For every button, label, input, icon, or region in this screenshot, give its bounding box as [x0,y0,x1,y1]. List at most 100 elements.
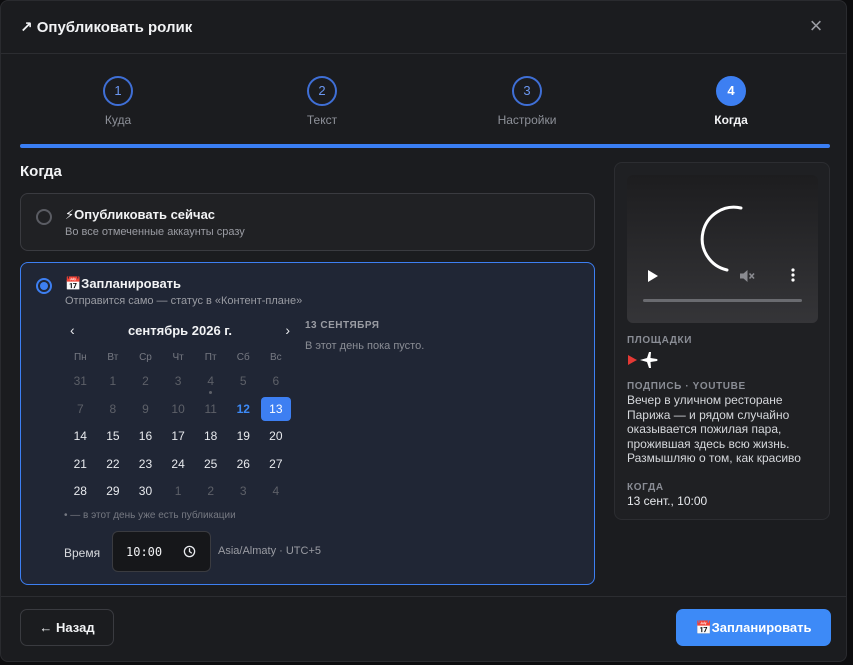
clock-icon[interactable] [183,545,196,558]
calendar-day-number: 28 [73,484,87,498]
calendar-day[interactable]: 31 [64,368,97,396]
calendar-day[interactable]: 6 [260,368,293,396]
selected-day-empty: В этот день пока пусто. [305,340,425,352]
calendar-day-number: 10 [171,401,185,416]
calendar-day[interactable]: 14 [64,423,97,451]
time-input[interactable]: 10:00 [112,531,211,572]
video-player[interactable] [627,175,818,323]
calendar-day[interactable]: 13 [260,396,293,424]
calendar-day[interactable]: 8 [97,396,130,424]
calendar-day-number: 25 [203,456,218,471]
calendar-day[interactable]: 20 [260,423,293,451]
weekday-label: Вт [107,352,119,363]
calendar-day[interactable]: 12 [227,396,260,424]
calendar-day-number: 7 [76,401,84,416]
publish-now-option[interactable]: ⚡Опубликовать сейчас Во все отмеченные а… [20,193,595,251]
option-title: ⚡Опубликовать сейчас [65,207,216,222]
step-settings[interactable]: 3 Настройки [467,76,587,127]
calendar-day[interactable]: 5 [227,368,260,396]
step-text[interactable]: 2 Текст [262,76,382,127]
calendar-day-number: 20 [269,429,283,443]
calendar-day[interactable]: 19 [227,423,260,451]
calendar-day-number: 15 [106,429,120,443]
calendar-day-number: 26 [236,456,250,471]
weekday-label: Вс [270,352,282,363]
calendar-day[interactable]: 10 [162,396,195,424]
calendar-day[interactable]: 11 [194,396,227,424]
calendar-day[interactable]: 7 [64,396,97,424]
telegram-icon [640,352,658,368]
weekday-label: Пт [204,352,217,363]
calendar-day[interactable]: 9 [129,396,162,424]
calendar-day-number: 16 [138,429,153,443]
step-number: 3 [512,76,542,106]
calendar-day[interactable]: 25 [194,451,227,479]
back-button[interactable]: ← Назад [20,609,114,646]
schedule-option[interactable]: 📅Запланировать Отправится само — статус … [20,262,595,585]
more-vertical-icon[interactable] [791,268,795,282]
play-icon[interactable] [647,270,659,282]
calendar-day[interactable]: 3 [227,478,260,506]
calendar-day[interactable]: 16 [129,423,162,451]
caption-text: Вечер в уличном ресторане Парижа — и ряд… [627,393,801,469]
calendar-day-number: 12 [236,401,250,416]
calendar-day[interactable]: 4 [260,478,293,506]
schedule-button[interactable]: 📅Запланировать [676,609,831,646]
calendar-day-number: 3 [174,374,182,388]
calendar-day[interactable]: 27 [260,451,293,479]
calendar-day[interactable]: 3 [162,368,195,396]
youtube-icon [628,355,637,365]
calendar-month: сентябрь 2026 г. [127,323,233,338]
calendar-day[interactable]: 28 [64,478,97,506]
when-label: КОГДА [627,482,664,493]
calendar-day[interactable]: 23 [129,451,162,479]
calendar-day[interactable]: 30 [129,478,162,506]
calendar-day[interactable]: 15 [97,423,130,451]
step-number: 2 [307,76,337,106]
calendar-day[interactable]: 4 [194,368,227,396]
calendar-day-number: 5 [239,374,247,388]
calendar-day[interactable]: 29 [97,478,130,506]
step-when[interactable]: 4 Когда [671,76,791,127]
calendar-day-number: 4 [272,484,280,498]
step-label: Текст [306,113,338,127]
calendar-day-number: 19 [236,429,250,443]
step-label: Куда [104,113,132,127]
calendar-day-number: 21 [73,456,87,471]
preview-panel: ПЛОЩАДКИ ПОДПИСЬ · YOUTUBE Вечер в уличн… [614,162,830,520]
when-value: 13 сент., 10:00 [627,494,708,508]
mute-icon[interactable] [739,268,755,284]
calendar-day-number: 2 [207,484,215,498]
calendar-day[interactable]: 1 [162,478,195,506]
calendar-day-number: 30 [138,484,153,498]
caption-label: ПОДПИСЬ · YOUTUBE [627,381,746,392]
calendar-day[interactable]: 24 [162,451,195,479]
calendar-day[interactable]: 2 [129,368,162,396]
calendar-day[interactable]: 22 [97,451,130,479]
calendar-day[interactable]: 26 [227,451,260,479]
calendar-day-number: 27 [269,456,283,471]
calendar-day-number: 1 [109,374,117,388]
timezone-label: Asia/Almaty · UTC+5 [218,545,321,557]
close-icon[interactable]: × [806,15,826,37]
calendar-day[interactable]: 17 [162,423,195,451]
calendar-day[interactable]: 21 [64,451,97,479]
radio-button[interactable] [36,209,52,225]
step-number: 1 [103,76,133,106]
calendar-day-number: 24 [171,456,185,471]
step-label: Настройки [497,113,557,127]
video-progress-bar[interactable] [643,299,802,302]
option-title: 📅Запланировать [65,276,182,291]
chevron-right-icon[interactable]: › [285,322,290,338]
section-title: Когда [20,163,62,180]
calendar-day-number: 11 [204,401,217,416]
calendar-day-number: 3 [239,484,247,498]
calendar-day[interactable]: 2 [194,478,227,506]
calendar-day[interactable]: 1 [97,368,130,396]
radio-button[interactable] [36,278,52,294]
calendar-day[interactable]: 18 [194,423,227,451]
weekday-label: Ср [139,352,152,363]
calendar: ‹ сентябрь 2026 г. › Пн Вт Ср Чт Пт Сб Вс 31 1 2 3… [64,320,296,506]
weekday-label: Пн [73,352,87,363]
step-where[interactable]: 1 Куда [58,76,178,127]
